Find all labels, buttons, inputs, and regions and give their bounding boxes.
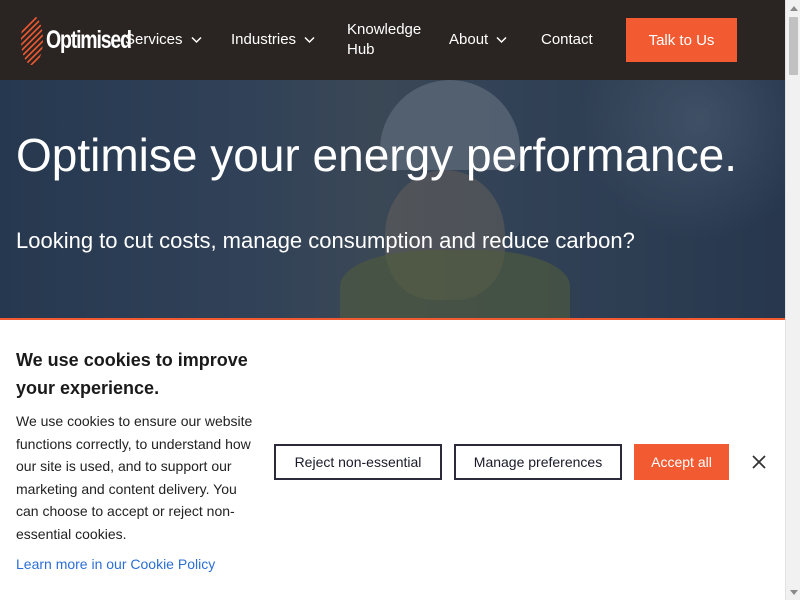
cookie-banner-body: We use cookies to ensure our website fun…	[16, 413, 253, 542]
chevron-down-icon	[496, 36, 507, 44]
nav-item-industries[interactable]: Industries	[231, 30, 315, 50]
chevron-down-icon	[304, 36, 315, 44]
hero-title: Optimise your energy performance.	[16, 129, 737, 181]
close-icon[interactable]	[750, 453, 768, 471]
scrollbar-thumb[interactable]	[789, 17, 798, 75]
cookie-policy-link[interactable]: Learn more in our Cookie Policy	[16, 556, 215, 572]
nav-item-about[interactable]: About	[449, 30, 507, 50]
nav-item-label: Services	[125, 31, 183, 48]
optimised-logo[interactable]: Optimised	[20, 14, 132, 66]
logo-text: Optimised	[46, 25, 132, 54]
reject-non-essential-button[interactable]: Reject non-essential	[274, 444, 442, 480]
scroll-up-arrow-icon[interactable]	[786, 0, 800, 16]
accept-all-button[interactable]: Accept all	[634, 444, 729, 480]
talk-to-us-button[interactable]: Talk to Us	[626, 18, 737, 62]
hero-overlay	[0, 80, 785, 320]
hero-banner: Optimise your energy performance. Lookin…	[0, 80, 785, 320]
nav-item-label: About	[449, 31, 489, 48]
nav-item-knowledge-hub[interactable]: Knowledge Hub	[347, 20, 427, 60]
nav-item-contact[interactable]: Contact	[541, 30, 593, 50]
vertical-scrollbar[interactable]	[785, 0, 800, 600]
cookie-banner: We use cookies to improve your experienc…	[0, 318, 785, 600]
logo-mark-icon	[21, 15, 43, 65]
manage-preferences-button[interactable]: Manage preferences	[454, 444, 622, 480]
cookie-banner-title: We use cookies to improve your experienc…	[16, 350, 248, 398]
chevron-down-icon	[191, 36, 202, 44]
nav-item-label: Contact	[541, 31, 593, 48]
nav-item-label: Knowledge Hub	[347, 21, 422, 58]
hero-subtitle: Looking to cut costs, manage consumption…	[16, 228, 635, 253]
nav-item-label: Industries	[231, 31, 297, 48]
top-navbar: Optimised Services Industries Knowledge …	[0, 0, 785, 80]
scroll-down-arrow-icon[interactable]	[786, 584, 800, 600]
nav-item-services[interactable]: Services	[125, 30, 202, 50]
